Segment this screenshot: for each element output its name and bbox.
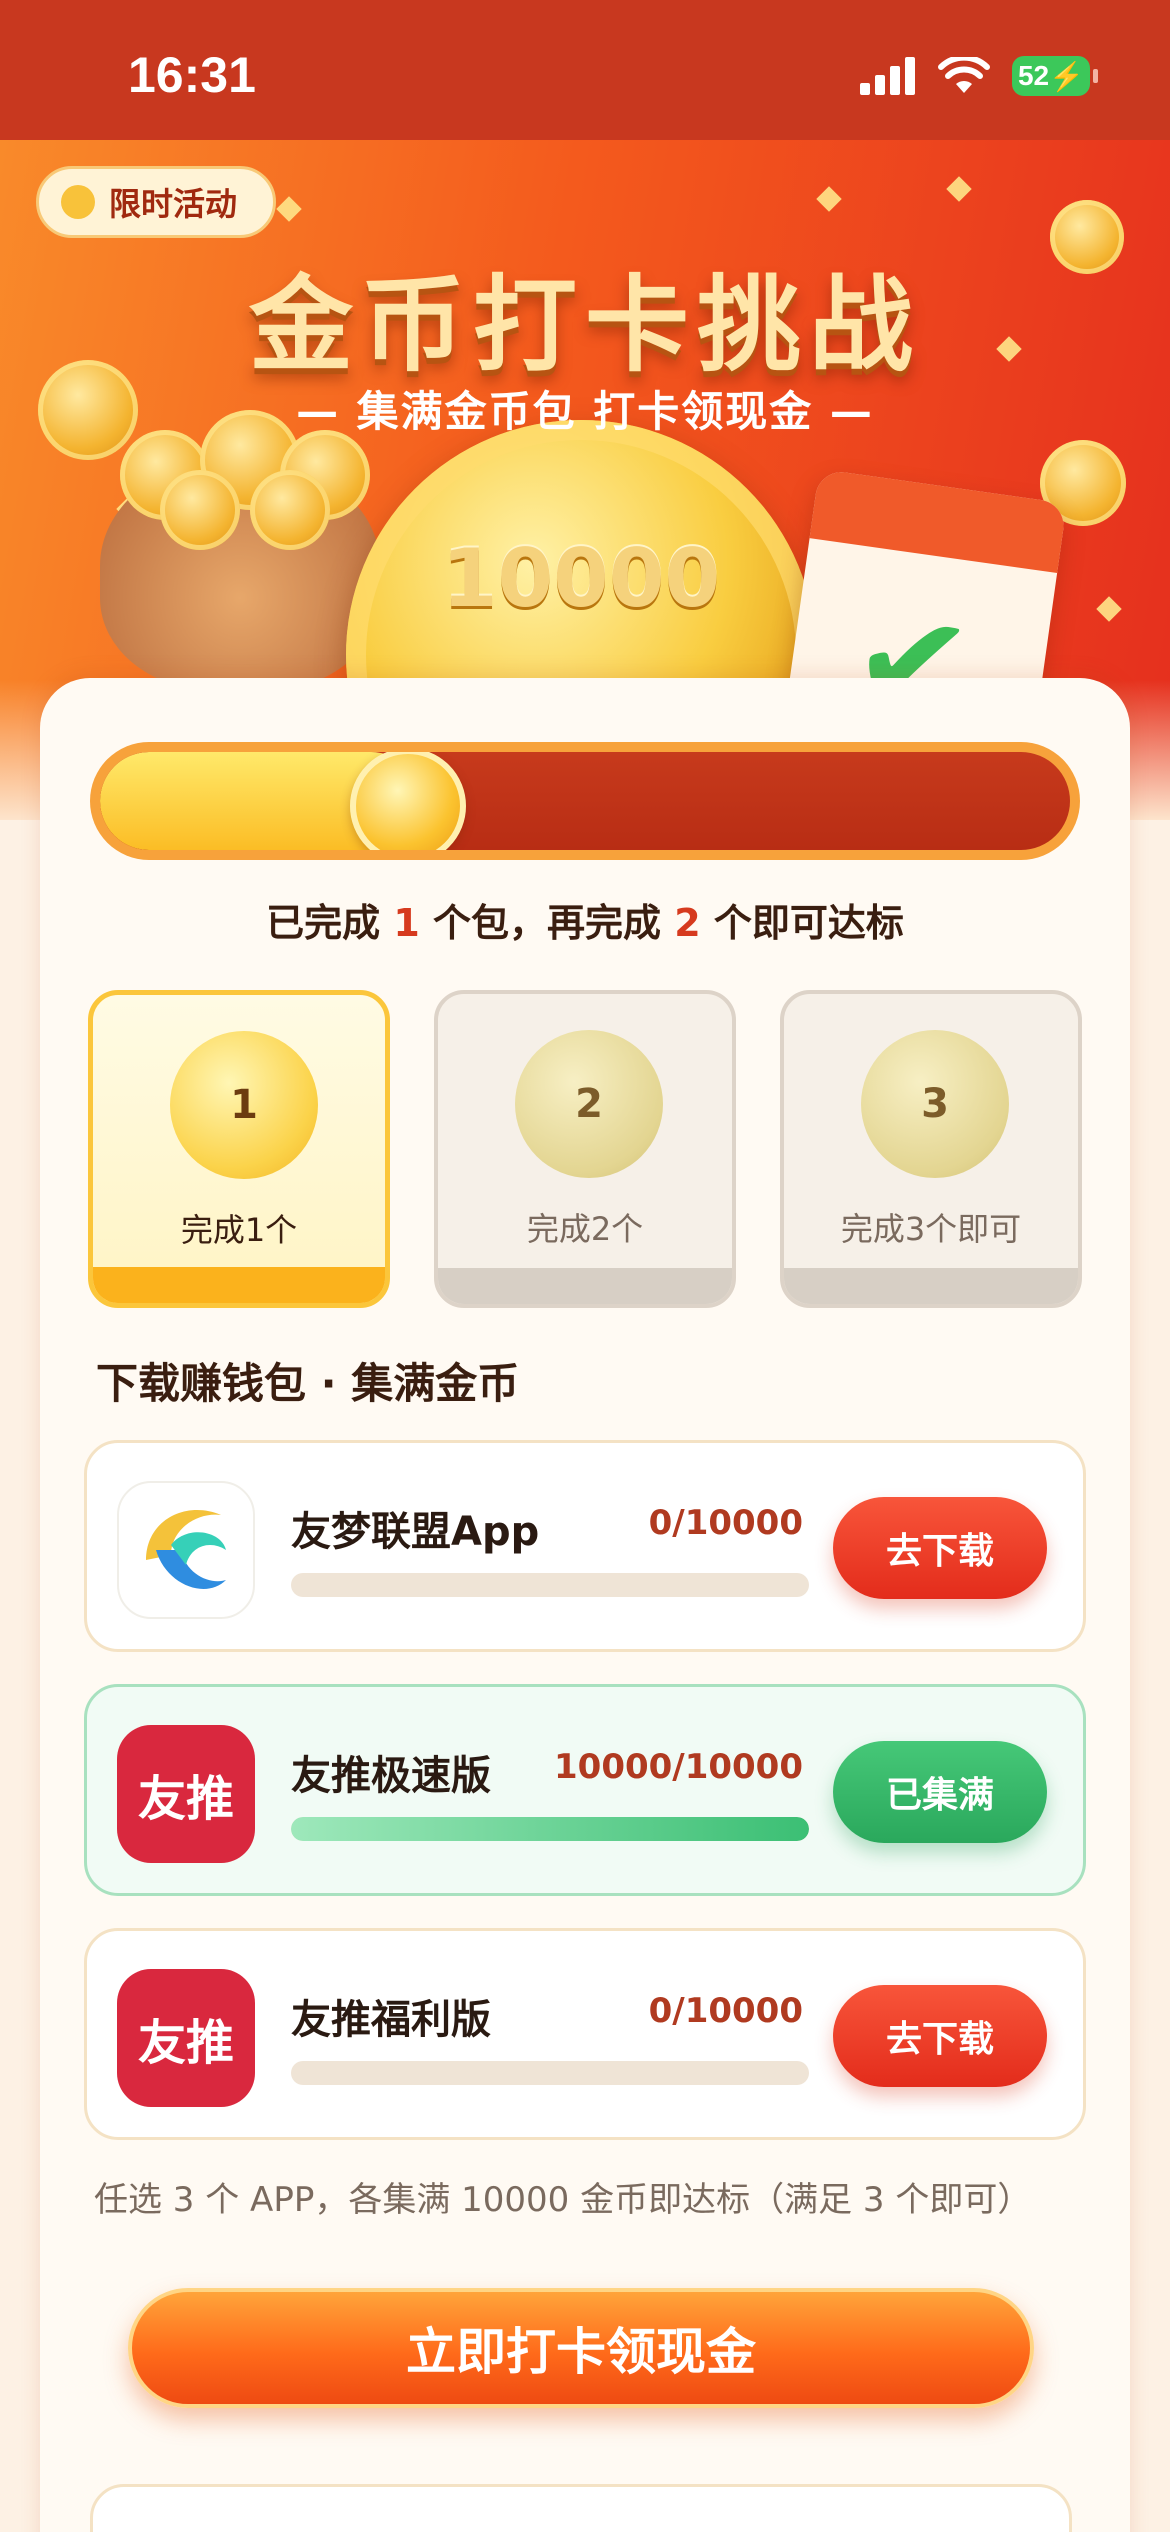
app-name: 友推福利版: [291, 1997, 491, 2043]
progress-text-mid: 个包，再完成: [419, 901, 675, 945]
status-icons: 52 ⚡: [860, 56, 1098, 96]
coin-dot-icon: [61, 185, 95, 219]
badge-label: 限时活动: [109, 185, 238, 223]
battery-icon: 52 ⚡: [1012, 56, 1098, 96]
download-button[interactable]: 去下载: [833, 1497, 1047, 1599]
hero-title: 金币打卡挑战: [248, 264, 921, 386]
download-button[interactable]: 去下载: [833, 1985, 1047, 2087]
youtui-icon: 友推: [117, 1969, 255, 2107]
progress-text-suffix: 个即可达标: [700, 901, 904, 945]
app-name: 友推极速版: [291, 1753, 491, 1799]
battery-level: 52: [1017, 60, 1050, 91]
remaining-count: 2: [674, 901, 701, 945]
progress-bar: [90, 742, 1080, 860]
charging-icon: ⚡: [1049, 60, 1085, 92]
milestone-1: 1 完成1个: [88, 990, 390, 1308]
main-card: 已完成 1 个包，再完成 2 个即可达标 1 完成1个 2 完成2个 3 完成3…: [40, 678, 1130, 2532]
limited-time-badge: 限时活动: [36, 166, 277, 238]
app-row-youtui-welfare: 友推 友推福利版 0/10000 去下载: [84, 1928, 1086, 2140]
app-coin-count: 0/10000: [648, 1503, 803, 1543]
hero-subtitle: — 集满金币包 打卡领现金 —: [296, 387, 874, 436]
coin-bag-illustration: [100, 410, 380, 690]
app-name: 友梦联盟App: [291, 1509, 540, 1555]
app-row-youmeng: 友梦联盟App 0/10000 去下载: [84, 1440, 1086, 1652]
completed-count: 1: [393, 901, 420, 945]
app-progress-bar: [291, 2061, 809, 2085]
milestone-label: 完成1个: [180, 1211, 298, 1249]
checkin-cash-button[interactable]: 立即打卡领现金: [128, 2288, 1034, 2408]
rule-text: 任选 3 个 APP，各集满 10000 金币即达标（满足 3 个即可）: [94, 2180, 1032, 2220]
sparkle-icon: [816, 186, 842, 212]
milestones: 1 完成1个 2 完成2个 3 完成3个即可: [88, 990, 1082, 1310]
status-time: 16:31: [128, 47, 256, 103]
sparkle-icon: [276, 196, 302, 222]
progress-text-prefix: 已完成: [266, 901, 394, 945]
sparkle-icon: [1096, 596, 1122, 622]
app-coin-count: 10000/10000: [554, 1747, 803, 1787]
next-card: [90, 2484, 1072, 2532]
app-progress-fill: [291, 1817, 809, 1841]
youtui-icon: 友推: [117, 1725, 255, 1863]
app-row-youtui-speed: 友推 友推极速版 10000/10000 已集满: [84, 1684, 1086, 1896]
milestone-coin-icon: 2: [515, 1030, 663, 1178]
coin-value: 10000: [441, 532, 721, 625]
youmeng-logo-icon: [117, 1481, 255, 1619]
milestone-2: 2 完成2个: [434, 990, 736, 1308]
progress-text: 已完成 1 个包，再完成 2 个即可达标: [40, 892, 1130, 947]
progress-knob-icon: [350, 752, 467, 850]
app-progress-bar: [291, 1817, 809, 1841]
app-progress-bar: [291, 1573, 809, 1597]
status-bar: 16:31 52 ⚡: [0, 0, 1170, 140]
milestone-label: 完成2个: [526, 1210, 644, 1248]
wifi-icon: [938, 57, 990, 93]
milestone-3: 3 完成3个即可: [780, 990, 1082, 1308]
milestone-label: 完成3个即可: [840, 1210, 1022, 1248]
milestone-coin-icon: 3: [861, 1030, 1009, 1178]
section-title: 下载赚钱包 · 集满金币: [96, 1359, 520, 1408]
milestone-coin-icon: 1: [170, 1031, 318, 1179]
app-coin-count: 0/10000: [648, 1991, 803, 2031]
signal-icon: [860, 57, 915, 95]
sparkle-icon: [946, 176, 972, 202]
collected-button[interactable]: 已集满: [833, 1741, 1047, 1843]
